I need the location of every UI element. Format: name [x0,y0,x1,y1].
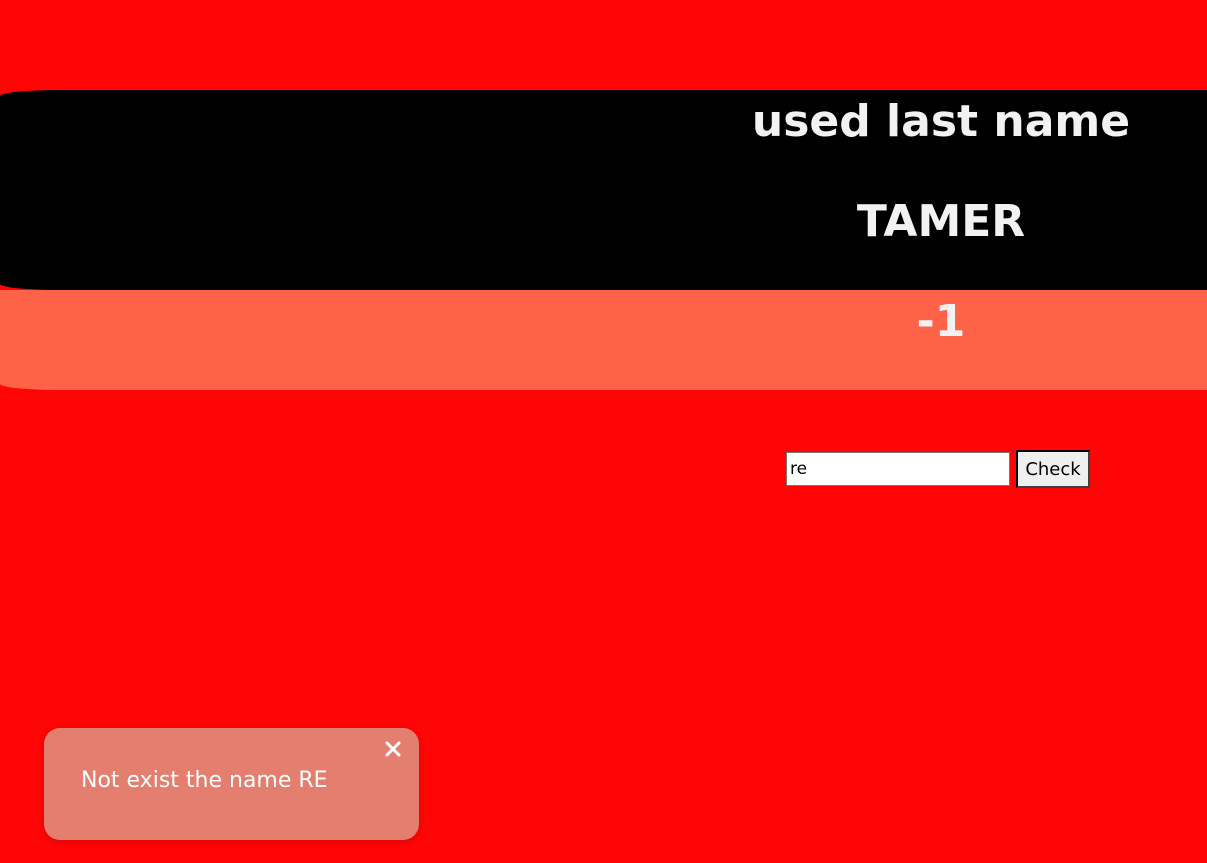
check-form: Check [786,450,1090,488]
page-title: used last name [751,96,1131,147]
last-name-display: TAMER [856,196,1026,247]
check-button[interactable]: Check [1016,450,1090,488]
toast-notification: Not exist the name RE [44,728,419,840]
close-icon[interactable] [382,738,404,760]
name-input[interactable] [786,452,1010,486]
count-display: -1 [916,296,966,347]
toast-message: Not exist the name RE [81,768,328,793]
